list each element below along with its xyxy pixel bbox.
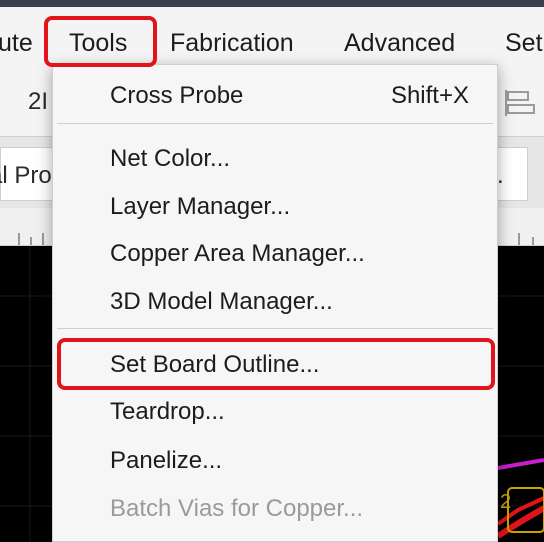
menu-item-panelize[interactable]: Panelize... [110,447,222,475]
menu-item-teardrop[interactable]: Teardrop... [110,398,225,426]
menu-separator [57,123,493,124]
document-tab-trailing: . [497,162,504,189]
menu-item-batch-vias: Batch Vias for Copper... [110,495,364,522]
menu-item-3d-model-manager[interactable]: 3D Model Manager... [110,288,333,316]
document-tab-label: al Pro [0,162,52,189]
menu-separator [57,328,493,329]
menu-item-net-color[interactable]: Net Color... [110,145,230,173]
menu-advanced[interactable]: Advanced [344,27,455,59]
menu-route[interactable]: ute [0,27,33,59]
ruler-tick [532,237,534,245]
align-icon[interactable] [504,89,536,117]
pad-label: 2 [500,491,511,513]
menu-item-set-board-outline[interactable]: Set Board Outline... [110,351,319,379]
menu-bar: ute Tools Fabrication Advanced Set [0,7,544,71]
menu-item-cross-probe[interactable]: Cross Probe [110,82,243,110]
toolbar-view-toggle[interactable]: 2I [28,88,48,116]
menu-fabrication[interactable]: Fabrication [170,27,294,59]
tools-dropdown-menu: Cross Probe Shift+X Net Color... Layer M… [52,64,498,542]
ruler-tick [518,233,520,245]
menu-tools[interactable]: Tools [69,27,127,59]
menu-item-layer-manager[interactable]: Layer Manager... [110,193,290,221]
menu-settings[interactable]: Set [505,27,543,59]
shortcut-cross-probe: Shift+X [390,82,469,109]
trace-magenta [497,458,544,470]
ruler-tick [30,237,32,245]
menu-item-copper-area-manager[interactable]: Copper Area Manager... [110,240,365,268]
ruler-tick [42,233,44,245]
ruler-tick [18,233,20,245]
window-top-bar [0,0,544,7]
